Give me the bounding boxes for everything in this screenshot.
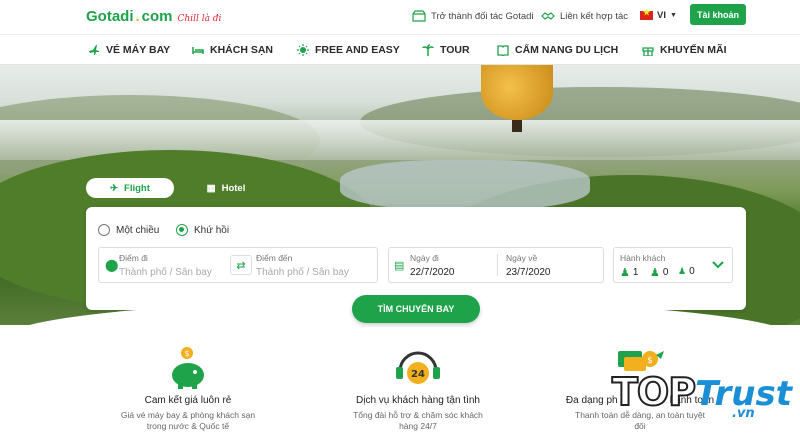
round-trip-radio[interactable]: Khứ hồi (176, 224, 229, 236)
bed-icon (192, 47, 204, 54)
nav-item-promotions[interactable]: KHUYẾN MÃI (642, 44, 727, 56)
svg-text:$: $ (184, 349, 189, 358)
one-way-label: Một chiều (116, 224, 160, 236)
feature-title: Dịch vụ khách hàng tận tình (356, 395, 480, 406)
feature-desc-line1: Tổng đài hỗ trợ & chăm sóc khách (353, 410, 483, 420)
gift-icon (642, 47, 654, 56)
adults-count: ♟ 1 (620, 266, 638, 279)
svg-text:$: $ (647, 356, 653, 366)
depart-date-input[interactable]: Ngày đi 22/7/2020 (410, 248, 495, 282)
hot-air-balloon (481, 65, 553, 120)
date-field: ▤ Ngày đi 22/7/2020 Ngày về 23/7/2020 (388, 247, 604, 283)
plane-icon (89, 45, 99, 55)
feature-customer-service: 24 Dịch vụ khách hàng tận tình Tổng đài … (338, 345, 498, 432)
route-field: ⬤ Điểm đi Thành phố / Sân bay ⇄ Điểm đến… (98, 247, 378, 283)
depart-label: Ngày đi (410, 253, 439, 263)
swap-icon: ⇄ (236, 259, 246, 272)
account-button[interactable]: Tài khoản (690, 4, 746, 25)
search-flights-button[interactable]: TÌM CHUYẾN BAY (352, 295, 480, 323)
adults-value: 1 (632, 267, 639, 278)
feature-desc-line2: hàng 24/7 (399, 421, 437, 431)
tab-hotel[interactable]: ▦ Hotel (196, 178, 256, 198)
passenger-selector[interactable]: Hành khách ♟ 1 ♟ 0 ♟ 0 (613, 247, 733, 283)
return-value: 23/7/2020 (506, 267, 551, 278)
radio-circle (98, 224, 110, 236)
origin-input[interactable]: Điểm đi Thành phố / Sân bay (119, 248, 229, 282)
handshake-icon (541, 12, 555, 20)
feature-title: Cam kết giá luôn rẻ (144, 395, 232, 406)
infants-count: ♟ 0 (678, 266, 695, 277)
adult-icon: ♟ (620, 267, 630, 279)
origin-placeholder: Thành phố / Sân bay (119, 267, 212, 278)
destination-label: Điểm đến (256, 253, 293, 263)
nav-item-label: TOUR (440, 44, 470, 56)
toptrust-watermark: TOPTrust .vn (611, 369, 792, 421)
calendar-icon: ▤ (394, 260, 405, 272)
nav-item-label: CẨM NANG DU LỊCH (515, 44, 619, 56)
headset-24-icon: 24 (396, 351, 440, 384)
depart-value: 22/7/2020 (410, 267, 455, 278)
vietnam-flag-icon (640, 8, 653, 20)
badge-24: 24 (411, 369, 425, 380)
nav-item-hotels[interactable]: KHÁCH SẠN (192, 44, 273, 56)
partner-link-label: Trở thành đối tác Gotadi (431, 10, 534, 22)
radio-circle-selected (176, 224, 188, 236)
nav-item-flights[interactable]: VÉ MÁY BAY (88, 44, 170, 56)
book-icon (497, 45, 509, 56)
nav-item-label: KHUYẾN MÃI (660, 44, 727, 56)
sun-icon (297, 44, 309, 56)
contact-link-label: Liên kết hợp tác (560, 10, 629, 22)
origin-label: Điểm đi (119, 253, 148, 263)
round-trip-label: Khứ hồi (194, 224, 230, 236)
tab-hotel-label: Hotel (221, 182, 246, 194)
destination-placeholder: Thành phố / Sân bay (256, 267, 349, 278)
logo-brand: Gotadi (86, 8, 134, 25)
language-label: VI (657, 10, 666, 21)
piggy-bank-icon: $ (172, 347, 204, 389)
building-icon: ▦ (206, 182, 216, 194)
nav-item-label: VÉ MÁY BAY (106, 44, 171, 56)
tab-flight-label: Flight (124, 182, 150, 194)
swap-button[interactable]: ⇄ (230, 255, 252, 275)
nav-item-travel-guide[interactable]: CẨM NANG DU LỊCH (497, 44, 618, 56)
children-value: 0 (662, 267, 669, 278)
infants-value: 0 (689, 266, 695, 277)
feature-desc-line1: Giá vé máy bay & phòng khách sạn (120, 410, 256, 420)
return-date-input[interactable]: Ngày về 23/7/2020 (506, 248, 596, 282)
logo[interactable]: Gotadi. com Chill là đi (86, 8, 221, 25)
tab-flight[interactable]: ✈ Flight (86, 178, 174, 198)
top-bar: Gotadi. com Chill là đi Trở thành đối tác… (0, 0, 800, 34)
contact-link[interactable]: Liên kết hợp tác (541, 10, 628, 22)
language-selector[interactable]: VI ▼ (640, 8, 677, 21)
caret-down-icon: ▼ (669, 12, 677, 19)
chevron-down-icon (712, 261, 724, 269)
nav-item-label: KHÁCH SẠN (210, 44, 273, 56)
plane-icon: ✈ (110, 182, 119, 194)
main-nav: VÉ MÁY BAY KHÁCH SẠN FREE AND EASY TOUR … (0, 34, 800, 65)
infant-icon: ♟ (678, 266, 687, 276)
destination-input[interactable]: Điểm đến Thành phố / Sân bay (256, 248, 376, 282)
one-way-radio[interactable]: Một chiều (98, 224, 159, 236)
nav-item-free-and-easy[interactable]: FREE AND EASY (297, 44, 400, 56)
watermark-top: TOP (611, 369, 697, 415)
return-label: Ngày về (506, 253, 538, 263)
logo-tagline: Chill là đi (177, 14, 222, 24)
logo-suffix: com (141, 8, 173, 25)
feature-title-start: Đa dạng ph (565, 395, 618, 406)
child-icon: ♟ (650, 267, 660, 279)
feature-best-price: $ Cam kết giá luôn rẻ Giá vé máy bay & p… (112, 345, 264, 432)
search-tabs: ✈ Flight ▦ Hotel (86, 178, 256, 198)
location-pin-icon: ⬤ (105, 258, 119, 272)
feature-desc-line2: trong nước & Quốc tế (146, 421, 230, 431)
feature-desc-line2: đối (634, 421, 646, 431)
partner-link[interactable]: Trở thành đối tác Gotadi (412, 10, 534, 22)
logo-dot: . (135, 8, 140, 25)
store-icon (412, 10, 426, 22)
nav-item-label: FREE AND EASY (315, 44, 400, 56)
palm-icon (422, 44, 434, 56)
children-count: ♟ 0 (650, 266, 668, 279)
watermark-domain: .vn (732, 406, 755, 421)
nav-item-tour[interactable]: TOUR (422, 44, 470, 56)
passenger-label: Hành khách (620, 253, 666, 263)
